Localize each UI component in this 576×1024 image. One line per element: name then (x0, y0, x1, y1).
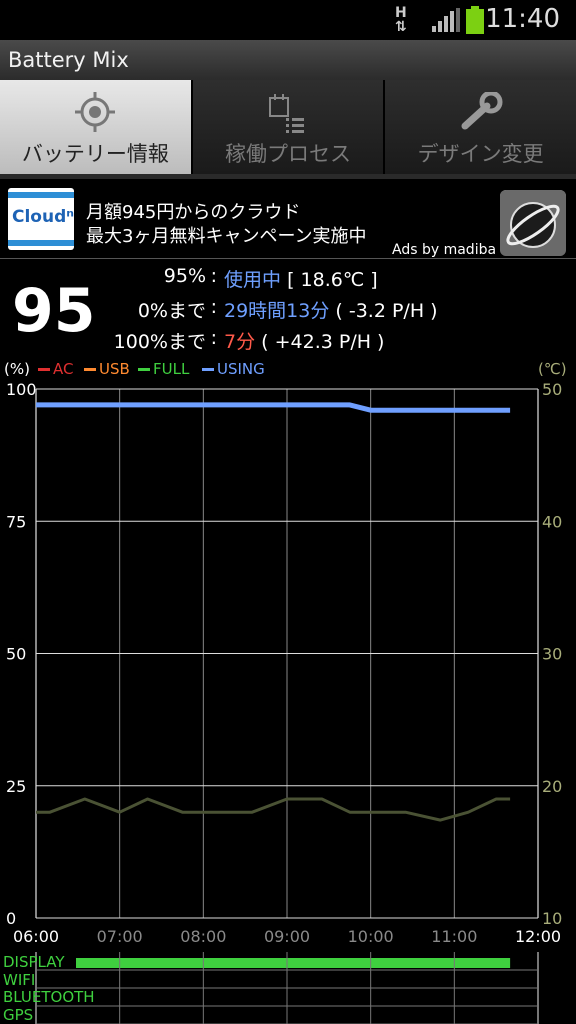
usage-level-line (36, 402, 511, 413)
current-level-label: 95% (163, 265, 206, 287)
process-list-icon (269, 94, 304, 133)
browser-globe-icon[interactable] (500, 190, 566, 256)
ad-attribution: Ads by madiba (392, 242, 497, 258)
y-right-tick-label: 20 (542, 777, 562, 796)
y-right-tick-label: 40 (542, 512, 562, 531)
usage-label-display: DISPLAY (3, 953, 65, 971)
tab-label: デザイン変更 (417, 142, 544, 166)
x-tick-label: 12:00 (515, 927, 561, 946)
network-type-indicator: H ⇅ (395, 5, 407, 35)
app-title: Battery Mix (8, 48, 129, 72)
y-left-tick-label: 25 (6, 777, 26, 796)
x-tick-label: 06:00 (13, 927, 59, 946)
y-left-tick-label: 100 (6, 380, 37, 399)
x-tick-label: 10:00 (348, 927, 394, 946)
x-tick-label: 07:00 (97, 927, 143, 946)
x-tick-label: 11:00 (431, 927, 477, 946)
tab-label: 稼働プロセス (225, 142, 351, 166)
discharge-rate: ( -3.2 P/H ) (335, 300, 438, 322)
battery-history-chart: 06:00 07:00 08:00 09:00 10:00 11:00 12:00100 50… (6, 380, 562, 946)
data-arrows-icon: ⇅ (395, 19, 407, 35)
y-left-tick-label: 0 (6, 909, 16, 928)
y-left-tick-label: 75 (6, 512, 26, 531)
status-bar: H ⇅ 11:40 (0, 0, 576, 40)
charge-rate: ( +42.3 P/H ) (261, 331, 385, 353)
time-to-full: 7分 (224, 331, 256, 353)
usage-label-wifi: WIFI (3, 971, 36, 989)
ad-subline: 最大3ヶ月無料キャンペーン実施中 (86, 226, 367, 247)
y-right-tick-label: 30 (542, 645, 562, 664)
ad-banner[interactable]: Cloudⁿ 月額945円からのクラウド 最大3ヶ月無料キャンペーン実施中 Ad… (0, 184, 576, 258)
tab-design-change[interactable]: デザイン変更 (385, 80, 576, 174)
usage-label-gps: GPS (3, 1006, 34, 1024)
divider (0, 258, 576, 259)
x-tick-label: 08:00 (180, 927, 226, 946)
temperature: [ 18.6℃ ] (287, 269, 378, 291)
temperature-line (36, 797, 511, 822)
app-title-bar: Battery Mix (0, 40, 576, 82)
usage-on-bar (76, 958, 511, 968)
y-right-tick-label: 10 (542, 909, 562, 928)
battery-icon (466, 6, 484, 34)
usage-label-bluetooth: BLUETOOTH (3, 988, 95, 1006)
ad-headline: 月額945円からのクラウド (86, 202, 301, 223)
target-icon (75, 92, 116, 132)
time-to-empty-label: 0%まで (137, 300, 206, 322)
clock: 11:40 (485, 4, 560, 34)
charge-status: 使用中 (224, 269, 282, 291)
wrench-icon (461, 92, 503, 130)
signal-icon (432, 8, 460, 32)
tab-underline (0, 174, 576, 179)
time-to-empty: 29時間13分 (224, 300, 330, 322)
tab-battery-info[interactable]: バッテリー情報 (0, 80, 193, 174)
y-right-tick-label: 50 (542, 380, 562, 399)
x-tick-label: 09:00 (264, 927, 310, 946)
tab-running-processes[interactable]: 稼働プロセス (192, 80, 386, 174)
y-left-tick-label: 50 (6, 645, 26, 664)
tab-bar: バッテリー情報 稼働プロセス デザイン変更 (0, 80, 576, 174)
ad-logo: Cloudⁿ (8, 188, 74, 250)
usage-timeline: DISPLAY WIFI BLUETOOTH GPS (0, 952, 576, 1024)
time-to-full-label: 100%まで (113, 331, 206, 353)
tab-label: バッテリー情報 (21, 142, 169, 166)
